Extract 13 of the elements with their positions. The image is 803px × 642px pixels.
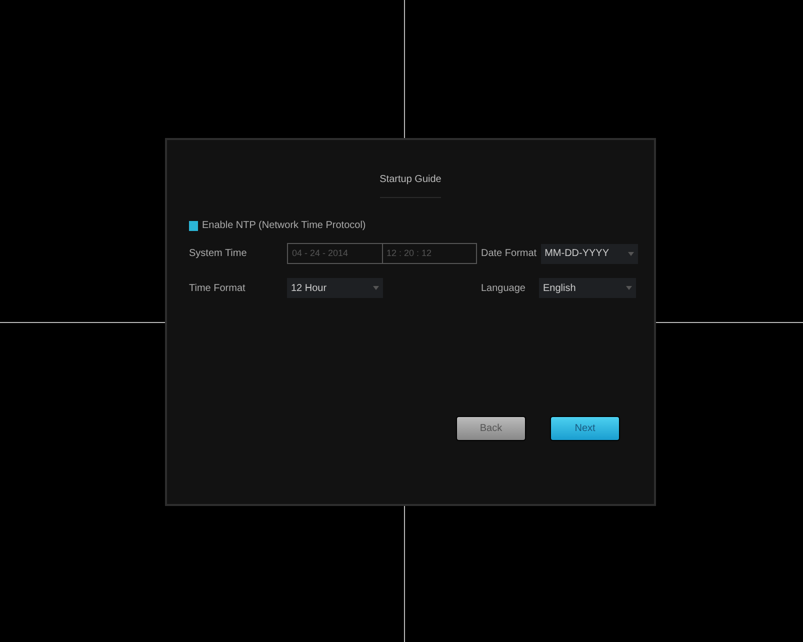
dropdown-arrow-icon bbox=[628, 252, 634, 256]
ntp-checkbox[interactable] bbox=[189, 220, 198, 230]
date-format-label: Date Format bbox=[481, 247, 537, 261]
time-format-label: Time Format bbox=[189, 282, 246, 296]
dropdown-arrow-icon bbox=[373, 286, 379, 290]
system-time-label: System Time bbox=[189, 247, 248, 261]
language-dropdown[interactable]: English bbox=[539, 278, 636, 298]
language-label: Language bbox=[481, 282, 526, 296]
dialog-title: Startup Guide bbox=[380, 140, 442, 198]
dropdown-arrow-icon bbox=[626, 286, 632, 290]
time-format-dropdown[interactable]: 12 Hour bbox=[287, 278, 383, 298]
date-format-dropdown[interactable]: MM-DD-YYYY bbox=[540, 244, 638, 264]
ntp-label: Enable NTP (Network Time Protocol) bbox=[202, 219, 366, 233]
